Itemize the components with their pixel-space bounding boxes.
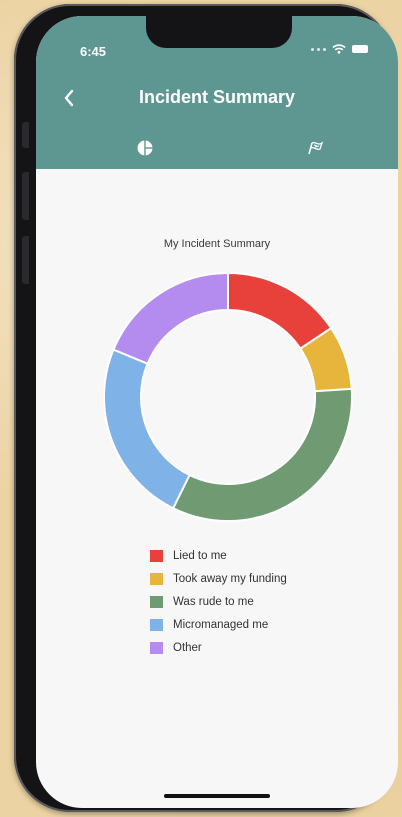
flag-icon	[308, 141, 324, 155]
status-time: 6:45	[80, 44, 107, 59]
donut-slice[interactable]	[112, 271, 229, 366]
battery-icon	[352, 45, 368, 53]
legend-label: Micromanaged me	[173, 618, 269, 631]
chart-legend: Lied to me Took away my funding Was rude t…	[150, 544, 287, 659]
legend-swatch	[150, 549, 163, 562]
phone-frame: 6:45 Incident Summary My Incident Summar…	[14, 4, 398, 812]
legend-swatch	[150, 572, 163, 585]
screen: 6:45 Incident Summary My Incident Summar…	[36, 16, 398, 808]
legend-item[interactable]: Took away my funding	[150, 567, 287, 590]
legend-label: Other	[173, 641, 202, 654]
legend-item[interactable]: Micromanaged me	[150, 613, 287, 636]
legend-label: Took away my funding	[173, 572, 287, 585]
status-icons	[311, 44, 368, 54]
pie-chart-icon	[137, 140, 153, 156]
legend-swatch	[150, 595, 163, 608]
mute-switch	[22, 122, 29, 148]
page-title: Incident Summary	[138, 87, 296, 107]
donut-chart	[103, 271, 353, 522]
legend-item[interactable]: Other	[150, 636, 287, 659]
notch	[146, 16, 292, 48]
chart-title: My Incident Summary	[163, 238, 271, 250]
volume-up-button	[22, 172, 29, 220]
volume-down-button	[22, 236, 29, 284]
wifi-icon	[332, 44, 346, 54]
signal-icon	[311, 47, 326, 51]
home-indicator[interactable]	[164, 794, 270, 798]
legend-label: Lied to me	[173, 549, 227, 562]
legend-item[interactable]: Was rude to me	[150, 590, 287, 613]
tab-flag[interactable]	[301, 136, 331, 160]
legend-swatch	[150, 618, 163, 631]
donut-slice[interactable]	[171, 387, 353, 522]
legend-label: Was rude to me	[173, 595, 254, 608]
app-bar: 6:45 Incident Summary	[36, 16, 398, 169]
donut-slice[interactable]	[103, 348, 191, 510]
tab-pie-chart[interactable]	[130, 136, 160, 160]
legend-swatch	[150, 641, 163, 654]
legend-item[interactable]: Lied to me	[150, 544, 287, 567]
